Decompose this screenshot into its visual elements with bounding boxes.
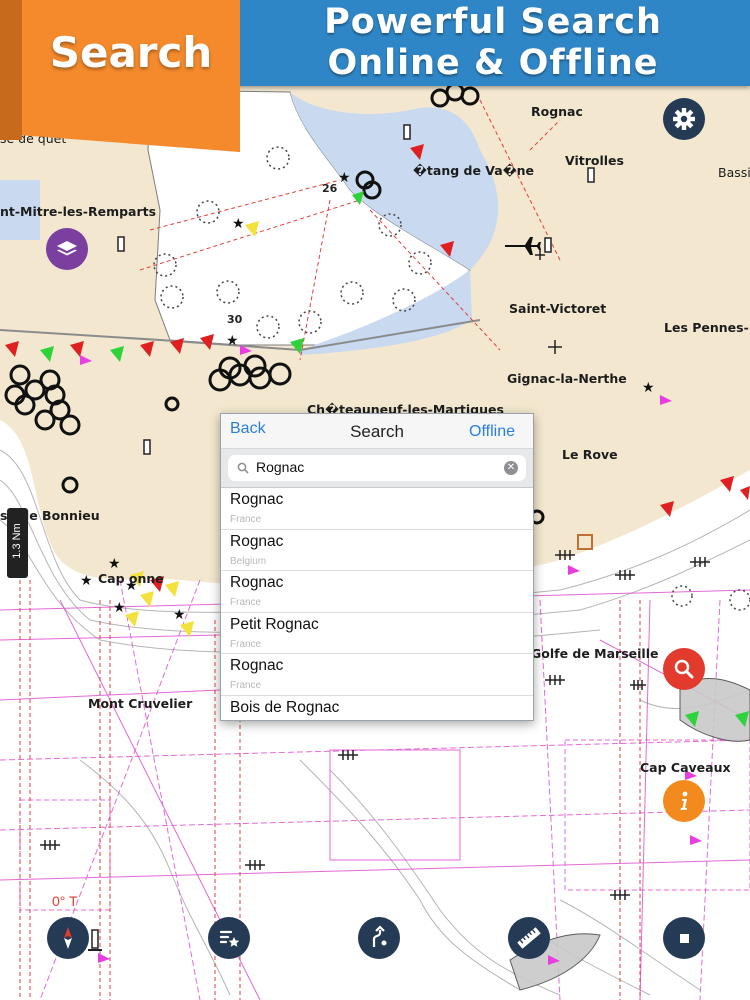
result-name: Rognac: [230, 532, 284, 550]
depth-label: 26: [322, 182, 338, 195]
result-country: France: [230, 597, 262, 608]
search-panel-header: Back Search Offline: [221, 414, 533, 449]
list-item[interactable]: Petit Rognac France: [221, 613, 533, 654]
place-label: Vitrolles: [565, 153, 624, 168]
place-label: �tang de Va�ne: [413, 163, 535, 178]
place-label: Cap Caveaux: [640, 760, 731, 775]
svg-text:★: ★: [113, 600, 126, 616]
result-country: Belgium: [230, 555, 267, 567]
scale-bar: 1.3 Nm: [7, 508, 28, 578]
route-button[interactable]: [358, 917, 400, 959]
depth-label: 30: [227, 313, 243, 326]
ribbon-label: Search: [49, 28, 213, 77]
place-label: Bassi: [718, 165, 750, 180]
stop-icon: [680, 934, 689, 943]
info-icon: [680, 791, 688, 810]
offline-button[interactable]: Offline: [469, 423, 515, 441]
svg-text:★: ★: [173, 607, 186, 623]
result-country: France: [230, 514, 262, 525]
map-search-button[interactable]: [663, 648, 705, 690]
svg-text:★: ★: [226, 333, 239, 349]
airport-icon: [505, 237, 541, 255]
search-field[interactable]: ✕: [228, 455, 526, 481]
compass-icon: [64, 927, 72, 949]
svg-text:★: ★: [642, 380, 655, 396]
banner-title-line1: Powerful Search: [324, 2, 662, 42]
ruler-icon: [517, 927, 541, 949]
layers-button[interactable]: [46, 228, 88, 270]
layers-icon: [57, 241, 77, 256]
result-country: France: [230, 680, 262, 691]
result-name: Bois de Rognac: [230, 698, 340, 716]
info-button[interactable]: [663, 780, 705, 822]
result-name: Rognac: [230, 574, 284, 591]
place-label: Les Pennes-: [664, 320, 749, 335]
gear-icon: [673, 108, 695, 130]
place-label: Golfe de Marseille: [531, 646, 659, 661]
banner-title-line2: Online & Offline: [327, 43, 659, 83]
svg-text:★: ★: [108, 556, 121, 572]
favorites-button[interactable]: [208, 917, 250, 959]
place-label: Mont Cruvelier: [88, 696, 193, 711]
search-icon: [237, 462, 249, 474]
favorites-list-icon: [219, 930, 240, 947]
list-item[interactable]: Rognac France: [221, 488, 533, 530]
route-icon: [372, 925, 387, 947]
list-item[interactable]: Rognac France: [221, 654, 533, 696]
svg-text:★: ★: [232, 216, 245, 232]
place-label: Saint-Victoret: [509, 301, 607, 316]
heading-label: 0° T: [52, 893, 78, 909]
place-label: Le Rove: [562, 447, 618, 462]
place-label: nt-Mitre-les-Remparts: [0, 204, 157, 219]
search-panel: Back Search Offline ✕ Rognac France Rogn…: [220, 413, 534, 721]
result-name: Rognac: [230, 491, 284, 508]
place-label: Gignac-la-Nerthe: [507, 371, 627, 386]
place-label: Rognac: [531, 104, 583, 119]
search-bar: ✕: [221, 449, 533, 488]
svg-text:★: ★: [80, 573, 93, 589]
settings-button[interactable]: [663, 98, 705, 140]
stop-button[interactable]: [663, 917, 705, 959]
list-item[interactable]: Bois de Rognac: [221, 696, 533, 737]
search-input[interactable]: [256, 459, 476, 475]
result-name: Rognac: [230, 657, 284, 674]
search-results-list: Rognac France Rognac Belgium Rognac Fran…: [221, 488, 533, 736]
ribbon-shadow: [0, 0, 22, 140]
list-item[interactable]: Rognac Belgium: [221, 530, 533, 571]
clear-search-button[interactable]: ✕: [504, 461, 518, 475]
result-name: Petit Rognac: [230, 615, 319, 633]
measure-button[interactable]: [508, 917, 550, 959]
magnifier-icon: [674, 659, 694, 679]
place-label: Cap onne: [98, 571, 164, 586]
boat-position-icon: [88, 929, 102, 951]
svg-text:★: ★: [338, 170, 351, 186]
list-item[interactable]: Rognac France: [221, 571, 533, 613]
compass-button[interactable]: [47, 917, 89, 959]
scale-label: 1.3 Nm: [11, 523, 23, 559]
result-country: France: [230, 638, 262, 650]
